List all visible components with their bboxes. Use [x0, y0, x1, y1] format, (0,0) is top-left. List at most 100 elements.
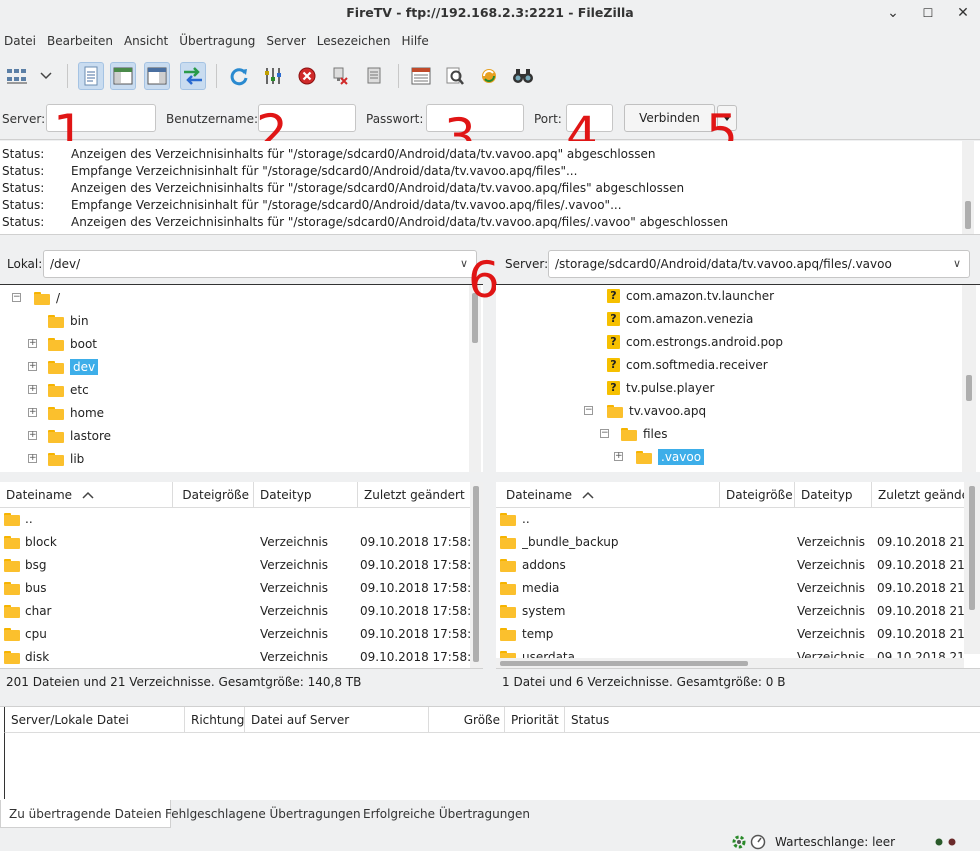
- column-direction[interactable]: Richtung: [185, 707, 245, 733]
- table-row[interactable]: bsgVerzeichnis09.10.2018 17:58:...: [0, 554, 470, 577]
- close-button[interactable]: ✕: [954, 4, 972, 22]
- remote-path-input[interactable]: /storage/sdcard0/Android/data/tv.vavoo.a…: [548, 250, 970, 278]
- column-remote-file[interactable]: Datei auf Server: [245, 707, 429, 733]
- table-row[interactable]: busVerzeichnis09.10.2018 17:58:...: [0, 577, 470, 600]
- site-manager-button[interactable]: [4, 62, 30, 90]
- table-row[interactable]: _bundle_backupVerzeichnis09.10.2018 21:3: [496, 531, 964, 554]
- tree-item-pulse-player[interactable]: ? tv.pulse.player: [607, 377, 714, 399]
- column-filetype[interactable]: Dateityp: [254, 482, 358, 508]
- tree-item-estrongs[interactable]: ? com.estrongs.android.pop: [607, 331, 783, 353]
- tab-successful-transfers[interactable]: Erfolgreiche Übertragungen: [355, 800, 538, 828]
- local-file-list[interactable]: Dateiname Dateigröße Dateityp Zuletzt ge…: [0, 482, 483, 668]
- collapse-toggle[interactable]: −: [12, 293, 21, 302]
- find-button[interactable]: [510, 62, 536, 90]
- column-modified[interactable]: Zuletzt geände: [872, 482, 964, 508]
- column-filename[interactable]: Dateiname: [0, 482, 173, 508]
- remote-list-scrollbar[interactable]: [964, 482, 980, 654]
- column-filesize[interactable]: Dateigröße: [720, 482, 795, 508]
- remote-file-list[interactable]: Dateiname Dateigröße Dateityp Zuletzt ge…: [496, 482, 980, 668]
- message-log[interactable]: Status: Anzeigen des Verzeichnisinhalts f…: [0, 141, 980, 235]
- column-filesize[interactable]: Dateigröße: [173, 482, 254, 508]
- tab-failed-transfers[interactable]: Fehlgeschlagene Übertragungen: [157, 800, 369, 828]
- speed-limit-icon[interactable]: [750, 834, 766, 850]
- column-filetype[interactable]: Dateityp: [795, 482, 872, 508]
- menu-server[interactable]: Server: [266, 34, 305, 48]
- menu-hilfe[interactable]: Hilfe: [401, 34, 428, 48]
- toggle-log-button[interactable]: [78, 62, 104, 90]
- table-row[interactable]: diskVerzeichnis09.10.2018 17:58:...: [0, 646, 470, 669]
- column-filename[interactable]: Dateiname: [496, 482, 720, 508]
- table-row[interactable]: addonsVerzeichnis09.10.2018 21:3: [496, 554, 964, 577]
- refresh-button[interactable]: [226, 62, 252, 90]
- expand-toggle[interactable]: +: [28, 362, 37, 371]
- tree-item-softmedia[interactable]: ? com.softmedia.receiver: [607, 354, 768, 376]
- cancel-operation-button[interactable]: [294, 62, 320, 90]
- expand-toggle[interactable]: +: [614, 452, 623, 461]
- disconnect-button[interactable]: [327, 62, 353, 90]
- local-list-scrollbar[interactable]: [470, 482, 483, 668]
- search-files-button[interactable]: [442, 62, 468, 90]
- menu-datei[interactable]: Datei: [4, 34, 36, 48]
- minimize-button[interactable]: ⌄: [884, 4, 902, 22]
- tree-item-home[interactable]: home: [48, 402, 104, 424]
- tab-queued-files[interactable]: Zu übertragende Dateien: [0, 800, 171, 828]
- column-server-local-file[interactable]: Server/Lokale Datei: [5, 707, 185, 733]
- log-scrollbar[interactable]: [962, 141, 974, 234]
- gear-icon[interactable]: [731, 834, 747, 850]
- chevron-down-icon[interactable]: ∨: [460, 251, 468, 277]
- menu-lesezeichen[interactable]: Lesezeichen: [317, 34, 391, 48]
- local-path-input[interactable]: /dev/ ∨: [43, 250, 477, 278]
- tree-item-lib[interactable]: lib: [48, 448, 84, 470]
- menu-ansicht[interactable]: Ansicht: [124, 34, 168, 48]
- column-modified[interactable]: Zuletzt geändert: [358, 482, 470, 508]
- table-row[interactable]: mediaVerzeichnis09.10.2018 21:3: [496, 577, 964, 600]
- table-row[interactable]: ..: [496, 508, 964, 531]
- tree-item-root[interactable]: /: [34, 287, 60, 309]
- directory-comparison-button[interactable]: [408, 62, 434, 90]
- expand-toggle[interactable]: +: [28, 385, 37, 394]
- tree-item-amazon-venezia[interactable]: ? com.amazon.venezia: [607, 308, 753, 330]
- tree-item-boot[interactable]: boot: [48, 333, 97, 355]
- tree-item-amazon-launcher[interactable]: ? com.amazon.tv.launcher: [607, 285, 774, 307]
- sync-browsing-button[interactable]: [476, 62, 502, 90]
- collapse-toggle[interactable]: −: [584, 406, 593, 415]
- tree-item-lastore[interactable]: lastore: [48, 425, 111, 447]
- site-manager-dropdown[interactable]: [33, 62, 59, 90]
- reconnect-button[interactable]: [361, 62, 387, 90]
- transfer-queue[interactable]: Server/Lokale Datei Richtung Datei auf S…: [0, 706, 980, 800]
- remote-list-hscrollbar[interactable]: [496, 658, 964, 668]
- remote-tree-scrollbar[interactable]: [962, 285, 976, 472]
- tree-item-vavoo[interactable]: .vavoo: [636, 446, 705, 468]
- tree-item-dev[interactable]: dev: [48, 356, 99, 378]
- tree-item-etc[interactable]: etc: [48, 379, 89, 401]
- column-priority[interactable]: Priorität: [505, 707, 565, 733]
- column-status[interactable]: Status: [565, 707, 725, 733]
- local-directory-tree[interactable]: − / bin + boot + dev + etc + home + last…: [0, 284, 483, 472]
- toggle-queue-button[interactable]: [180, 62, 206, 90]
- tree-item-bin[interactable]: bin: [48, 310, 89, 332]
- menu-uebertragung[interactable]: Übertragung: [179, 34, 255, 48]
- table-row[interactable]: tempVerzeichnis09.10.2018 21:5: [496, 623, 964, 646]
- table-row[interactable]: ..: [0, 508, 470, 531]
- filter-button[interactable]: [260, 62, 286, 90]
- expand-toggle[interactable]: +: [28, 408, 37, 417]
- local-tree-scrollbar[interactable]: [469, 285, 481, 472]
- toggle-local-tree-button[interactable]: [110, 62, 136, 90]
- table-row[interactable]: charVerzeichnis09.10.2018 17:58:...: [0, 600, 470, 623]
- toggle-remote-tree-button[interactable]: [144, 62, 170, 90]
- expand-toggle[interactable]: +: [28, 454, 37, 463]
- expand-toggle[interactable]: +: [28, 339, 37, 348]
- column-size[interactable]: Größe: [429, 707, 505, 733]
- connect-button[interactable]: Verbinden: [624, 104, 715, 132]
- collapse-toggle[interactable]: −: [600, 429, 609, 438]
- maximize-button[interactable]: ☐: [919, 4, 937, 22]
- tree-item-files[interactable]: files: [621, 423, 668, 445]
- menu-bearbeiten[interactable]: Bearbeiten: [47, 34, 113, 48]
- table-row[interactable]: systemVerzeichnis09.10.2018 21:3: [496, 600, 964, 623]
- table-row[interactable]: cpuVerzeichnis09.10.2018 17:58:...: [0, 623, 470, 646]
- chevron-down-icon[interactable]: ∨: [953, 251, 961, 277]
- table-row[interactable]: blockVerzeichnis09.10.2018 17:58:...: [0, 531, 470, 554]
- tree-item-vavoo-apq[interactable]: tv.vavoo.apq: [607, 400, 706, 422]
- remote-directory-tree[interactable]: ? com.amazon.tv.launcher ? com.amazon.vene…: [496, 284, 980, 472]
- expand-toggle[interactable]: +: [28, 431, 37, 440]
